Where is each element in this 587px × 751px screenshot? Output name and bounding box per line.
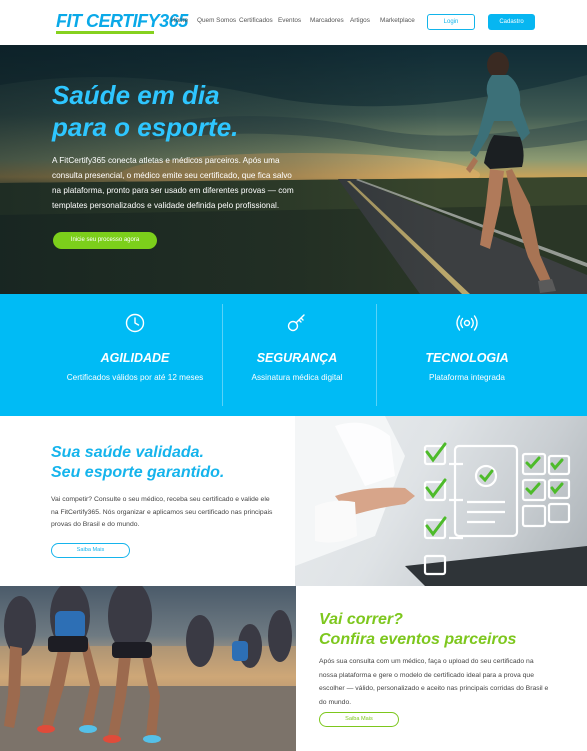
nav-item-marketplace[interactable]: Marketplace bbox=[380, 17, 415, 24]
health-title-line1: Sua saúde validada. bbox=[51, 444, 204, 461]
nav-item-eventos[interactable]: Eventos bbox=[278, 17, 301, 24]
hero-title-line2: para o esporte. bbox=[52, 112, 239, 142]
hero-section: Saúde em dia para o esporte. A FitCertif… bbox=[0, 45, 587, 294]
checklist-image bbox=[295, 416, 587, 586]
key-icon bbox=[287, 314, 305, 332]
health-section: Sua saúde validada. Seu esporte garantid… bbox=[0, 416, 587, 586]
start-process-button[interactable]: Inicie seu processo agora bbox=[53, 232, 157, 249]
health-learn-more-button[interactable]: Saiba Mais bbox=[51, 543, 130, 558]
events-section: Vai correr? Confira eventos parceiros Ap… bbox=[0, 586, 587, 751]
logo-underline bbox=[56, 31, 154, 34]
clock-icon bbox=[125, 313, 145, 333]
broadcast-icon bbox=[456, 315, 478, 331]
events-section-title: Vai correr? Confira eventos parceiros bbox=[319, 610, 569, 650]
runners-image bbox=[0, 586, 296, 751]
hero-title: Saúde em dia para o esporte. bbox=[52, 79, 312, 143]
events-section-text: Após sua consulta com um médico, faça o … bbox=[319, 658, 549, 706]
runners-illustration bbox=[0, 586, 296, 751]
checklist-illustration bbox=[295, 416, 587, 586]
health-section-text: Vai competir? Consulte o seu médico, rec… bbox=[51, 496, 273, 528]
nav-item-certificados[interactable]: Certificados bbox=[239, 17, 273, 24]
nav-item-marcadores[interactable]: Marcadores bbox=[310, 17, 344, 24]
nav-item-artigos[interactable]: Artigos bbox=[350, 17, 370, 24]
events-learn-more-button[interactable]: Saiba Mais bbox=[319, 712, 399, 727]
features-band: AGILIDADE Certificados válidos por até 1… bbox=[0, 294, 587, 416]
feature-tecnologia: TECNOLOGIA Plataforma integrada bbox=[357, 294, 577, 416]
events-title-line1: Vai correr? bbox=[319, 611, 403, 628]
health-title-line2: Seu esporte garantido. bbox=[51, 464, 225, 481]
hero-description: A FitCertify365 conecta atletas e médico… bbox=[52, 156, 294, 210]
hero-title-line1: Saúde em dia bbox=[52, 80, 220, 110]
login-button[interactable]: Login bbox=[427, 14, 475, 30]
events-title-line2: Confira eventos parceiros bbox=[319, 631, 517, 648]
nav-item-home[interactable]: Home bbox=[171, 17, 188, 24]
feature-title: TECNOLOGIA bbox=[425, 351, 509, 365]
feature-subtitle: Plataforma integrada bbox=[428, 373, 505, 382]
health-section-title: Sua saúde validada. Seu esporte garantid… bbox=[51, 443, 281, 483]
site-header: FIT CERTIFY365 Home Quem Somos Certifica… bbox=[0, 0, 587, 45]
nav-item-quem-somos[interactable]: Quem Somos bbox=[197, 17, 236, 24]
signup-button[interactable]: Cadastro bbox=[488, 14, 535, 30]
